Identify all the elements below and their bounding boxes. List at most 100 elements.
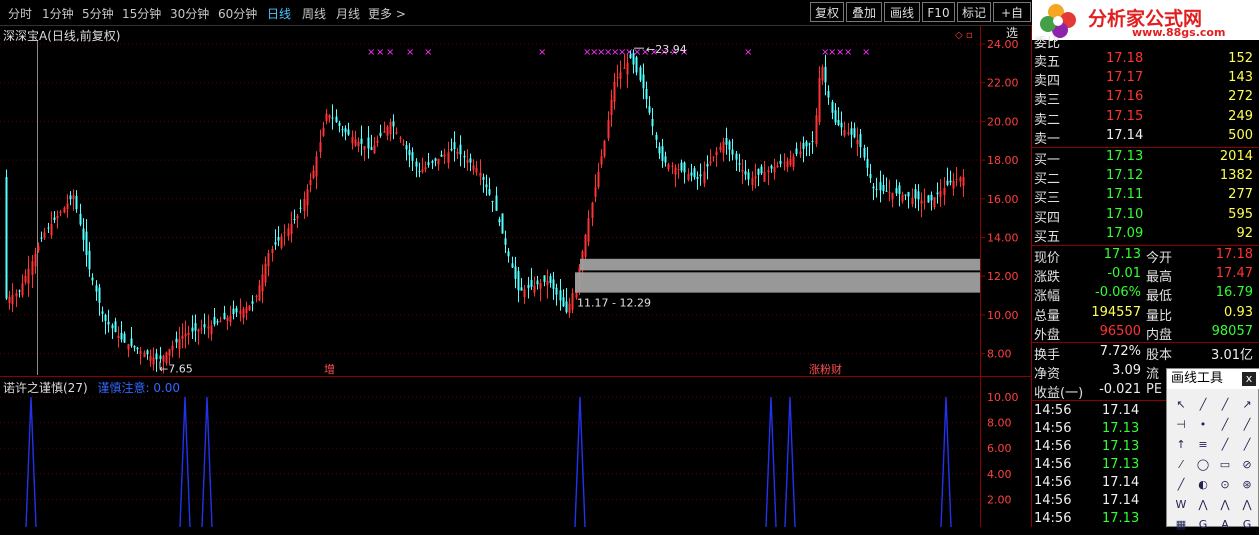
candle-body-130	[421, 169, 424, 173]
candle-body-118	[383, 131, 386, 133]
quote-cell-1: 17.17	[1106, 70, 1144, 86]
draw-tool-icon-8[interactable]: ↑	[1171, 435, 1191, 455]
candle-body-31	[104, 314, 107, 321]
toolbar-button-5[interactable]: +自选	[993, 2, 1031, 40]
quote-cell-2: 249	[1228, 108, 1253, 124]
draw-tool-icon-20[interactable]: W	[1171, 495, 1191, 515]
draw-tool-icon-11[interactable]: ╱	[1237, 435, 1257, 455]
quote-cell-2: 152	[1228, 51, 1253, 66]
drawing-tools-panel[interactable]: 画线工具 x ↖ ╱ ╱ ↗ ⊣ • ╱ ╱ ↑ ≡ ╱ ╱ ⁄ ◯ ▭ ⊘ ╱ ◐ ⊙ ⊛ W ⋀ ⋀ ⋀ ▦ G A G	[1166, 368, 1259, 531]
candle-body-225	[725, 138, 728, 145]
candle-body-69	[226, 317, 229, 322]
candle-body-125	[405, 145, 408, 150]
draw-tool-icon-15[interactable]: ⊘	[1237, 455, 1257, 475]
toolbar-button-0[interactable]: 复权	[810, 2, 844, 22]
quote-cell-1: 17.13	[1102, 439, 1140, 454]
candle-body-52	[171, 345, 174, 351]
draw-tool-icon-12[interactable]: ⁄	[1171, 455, 1191, 475]
period-tab-5[interactable]: 60分钟	[218, 5, 257, 22]
period-tab-1[interactable]: 1分钟	[42, 5, 74, 22]
period-tab-7[interactable]: 周线	[302, 5, 326, 22]
draw-tool-icon-26[interactable]: A	[1215, 515, 1235, 535]
period-tab-4[interactable]: 30分钟	[170, 5, 209, 22]
draw-tool-icon-21[interactable]: ⋀	[1193, 495, 1213, 515]
candle-body-188	[607, 120, 610, 139]
candle-body-4	[18, 290, 21, 292]
draw-tool-icon-7[interactable]: ╱	[1237, 415, 1257, 435]
draw-tool-icon-16[interactable]: ╱	[1171, 475, 1191, 495]
candle-body-64	[210, 325, 213, 335]
candle-body-97	[315, 156, 318, 177]
close-icon[interactable]: x	[1242, 372, 1256, 386]
draw-tool-icon-25[interactable]: G	[1193, 515, 1213, 535]
period-tab-2[interactable]: 5分钟	[82, 5, 114, 22]
draw-tool-icon-4[interactable]: ⊣	[1171, 415, 1191, 435]
draw-tool-icon-3[interactable]: ↗	[1237, 395, 1257, 415]
draw-tool-icon-1[interactable]: ╱	[1193, 395, 1213, 415]
toolbar-button-3[interactable]: F10	[922, 2, 955, 22]
candle-body-153	[495, 195, 498, 211]
candle-body-246	[792, 156, 795, 168]
draw-tool-icon-27[interactable]: G	[1237, 515, 1257, 535]
draw-tool-icon-23[interactable]: ⋀	[1237, 495, 1257, 515]
draw-tool-icon-5[interactable]: •	[1193, 415, 1213, 435]
period-tab-0[interactable]: 分时	[8, 5, 32, 22]
candle-body-298	[959, 177, 962, 182]
candle-body-211	[680, 162, 683, 171]
toolbar-button-4[interactable]: 标记	[957, 2, 991, 22]
candle-body-219	[706, 163, 709, 167]
quote-row-6: 买一 17.13 2014	[1032, 148, 1259, 168]
quote-cell-0: 14:56	[1034, 421, 1072, 436]
pattern-marker-0: ×	[367, 47, 375, 58]
candle-body-232	[747, 172, 750, 180]
candle-body-126	[408, 150, 411, 156]
candle-body-16	[56, 215, 59, 219]
draw-tool-icon-24[interactable]: ▦	[1171, 515, 1191, 535]
candle-body-186	[600, 156, 603, 165]
quote-cell-1: 17.12	[1106, 168, 1144, 184]
quote-cell-3: 16.79	[1215, 285, 1253, 301]
indicator-chart[interactable]: 10.00 8.00 6.00 4.00 2.00	[0, 377, 1032, 527]
draw-tool-icon-14[interactable]: ▭	[1215, 455, 1235, 475]
draw-tool-icon-6[interactable]: ╱	[1215, 415, 1235, 435]
draw-tool-icon-18[interactable]: ⊙	[1215, 475, 1235, 495]
draw-tool-icon-10[interactable]: ╱	[1215, 435, 1235, 455]
quote-cell-2: 量比	[1146, 308, 1173, 324]
candle-body-273	[879, 182, 882, 191]
event-label-0: 增	[324, 362, 335, 376]
draw-tool-icon-0[interactable]: ↖	[1171, 395, 1191, 415]
quote-cell-0: 卖三	[1034, 93, 1061, 109]
candle-body-170	[549, 276, 552, 283]
indicator-spike-3	[574, 396, 586, 527]
candlestick-chart[interactable]: 24.00 22.00 20.00 18.00 16.00 14.00 12.00 10.00…	[0, 25, 1032, 377]
candle-body-240	[773, 167, 776, 173]
quote-cell-0: 14:56	[1034, 439, 1072, 454]
candle-body-187	[603, 140, 606, 157]
draw-tool-icon-17[interactable]: ◐	[1193, 475, 1213, 495]
candle-body-166	[536, 280, 539, 285]
pattern-marker-5: ×	[538, 47, 546, 58]
candle-body-117	[379, 132, 382, 136]
period-tab-3[interactable]: 15分钟	[122, 5, 161, 22]
candle-body-99	[322, 127, 325, 136]
toolbar-button-1[interactable]: 叠加	[846, 2, 882, 22]
candle-body-122	[395, 132, 398, 134]
period-tab-9[interactable]: 更多 >	[368, 5, 406, 22]
quote-cell-1: 17.14	[1102, 493, 1140, 508]
draw-tool-icon-9[interactable]: ≡	[1193, 435, 1213, 455]
candle-body-261	[840, 122, 843, 128]
candle-body-106	[344, 128, 347, 133]
candle-body-113	[367, 137, 370, 149]
quote-row-11: 现价 17.13 今开 17.18	[1032, 246, 1259, 266]
candle-body-172	[555, 287, 558, 295]
candle-body-157	[507, 251, 510, 257]
toolbar-button-2[interactable]: 画线	[884, 2, 920, 22]
draw-tool-icon-19[interactable]: ⊛	[1237, 475, 1257, 495]
draw-tool-icon-2[interactable]: ╱	[1215, 395, 1235, 415]
candle-body-201	[648, 106, 651, 113]
draw-tool-icon-22[interactable]: ⋀	[1215, 495, 1235, 515]
period-tab-8[interactable]: 月线	[336, 5, 360, 22]
candle-body-247	[795, 148, 798, 154]
draw-tool-icon-13[interactable]: ◯	[1193, 455, 1213, 475]
period-tab-6[interactable]: 日线	[267, 5, 291, 22]
